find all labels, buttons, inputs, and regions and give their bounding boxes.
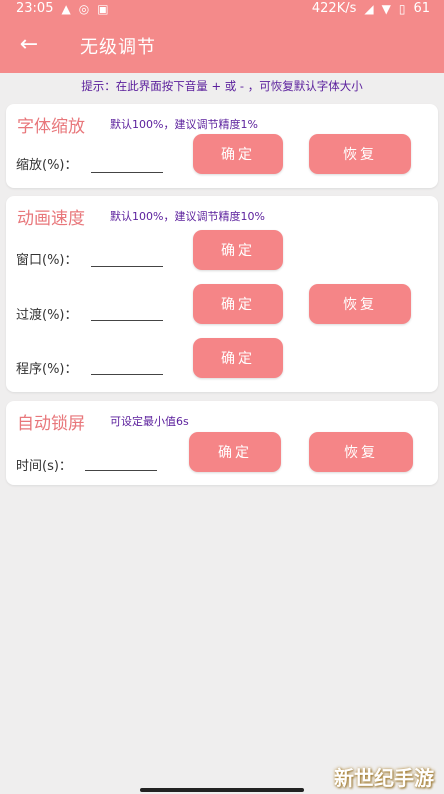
confirm-button[interactable]: 确定 xyxy=(193,134,283,174)
status-bar: 23:05 ▲ ◎ ▣ 422K/s ◢ ▼ ▯ 61 xyxy=(0,0,444,18)
transition-input[interactable] xyxy=(91,320,163,321)
status-time: 23:05 xyxy=(16,1,54,16)
program-input[interactable] xyxy=(91,374,163,375)
battery-level: 61 xyxy=(413,1,430,16)
hint-text: 提示：在此界面按下音量 + 或 - ，可恢复默认字体大小 xyxy=(81,79,363,93)
field-label: 缩放(%)： xyxy=(16,158,78,173)
card-subtitle: 可设定最小值6s xyxy=(110,415,189,428)
battery-icon: ▯ xyxy=(398,1,406,16)
card-subtitle: 默认100%，建议调节精度10% xyxy=(110,210,265,223)
field-label: 过渡(%)： xyxy=(16,308,78,323)
font-scale-card: 字体缩放 默认100%，建议调节精度1% 缩放(%)： 确定 恢复 xyxy=(6,104,438,188)
confirm-button[interactable]: 确定 xyxy=(193,230,283,270)
restore-button[interactable]: 恢复 xyxy=(309,284,411,324)
window-input[interactable] xyxy=(91,266,163,267)
field-label: 时间(s)： xyxy=(16,459,72,474)
confirm-button[interactable]: 确定 xyxy=(189,432,281,472)
field-label: 程序(%)： xyxy=(16,362,78,377)
confirm-button[interactable]: 确定 xyxy=(193,338,283,378)
card-title: 自动锁屏 xyxy=(17,414,85,434)
restore-button[interactable]: 恢复 xyxy=(309,134,411,174)
card-title: 字体缩放 xyxy=(17,117,85,137)
auto-lock-card: 自动锁屏 可设定最小值6s 时间(s)： 确定 恢复 xyxy=(6,401,438,485)
page-title: 无级调节 xyxy=(80,37,156,58)
lock-time-input[interactable] xyxy=(85,470,157,471)
card-title: 动画速度 xyxy=(17,209,85,229)
app-bar: ← 无级调节 xyxy=(0,18,444,73)
card-subtitle: 默认100%，建议调节精度1% xyxy=(110,118,258,131)
wifi-icon: ▼ xyxy=(381,1,391,16)
back-arrow-icon[interactable]: ← xyxy=(14,30,44,60)
warning-icon: ▲ xyxy=(61,1,71,16)
app-notification-icon: ▣ xyxy=(97,1,109,16)
field-label: 窗口(%)： xyxy=(16,253,78,268)
status-speed: 422K/s xyxy=(311,1,357,16)
restore-button[interactable]: 恢复 xyxy=(309,432,413,472)
sync-icon: ◎ xyxy=(78,1,90,16)
confirm-button[interactable]: 确定 xyxy=(193,284,283,324)
gesture-nav-bar[interactable] xyxy=(140,788,304,792)
watermark: 新世纪手游 xyxy=(334,766,434,790)
animation-speed-card: 动画速度 默认100%，建议调节精度10% 窗口(%)： 确定 过渡(%)： 确… xyxy=(6,196,438,392)
signal-icon: ◢ xyxy=(364,1,374,16)
scale-input[interactable] xyxy=(91,172,163,173)
